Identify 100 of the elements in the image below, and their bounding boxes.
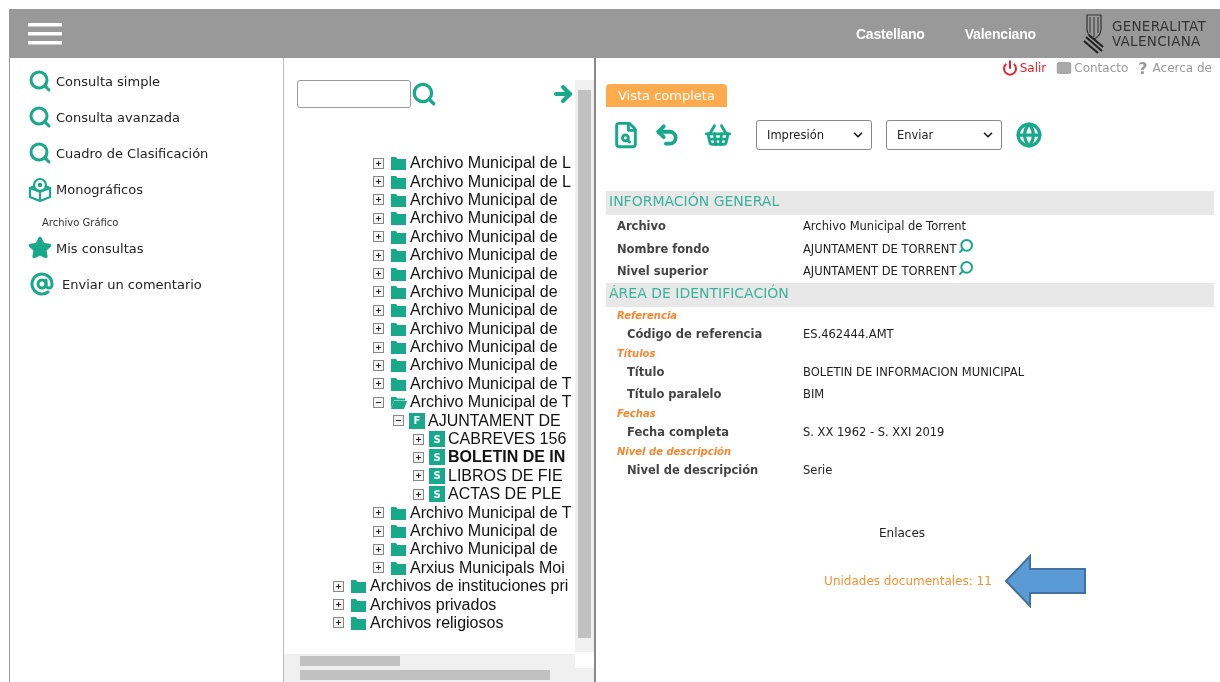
expand-icon[interactable] xyxy=(373,194,384,206)
tree-item[interactable]: Archivo Municipal de xyxy=(410,282,558,301)
tree-item[interactable]: Archivo Municipal de xyxy=(410,540,558,559)
expand-icon[interactable] xyxy=(373,249,384,261)
search-icon[interactable] xyxy=(411,81,437,107)
horizontal-scrollbar[interactable] xyxy=(284,668,594,682)
send-select[interactable]: Enviar xyxy=(886,120,1002,150)
collapse-icon[interactable] xyxy=(373,396,384,408)
tree-item[interactable]: Archivo Municipal de xyxy=(410,246,558,265)
globe-icon[interactable] xyxy=(1016,122,1042,148)
expand-icon[interactable] xyxy=(413,433,424,445)
tree-item[interactable]: Archivo Municipal de xyxy=(410,209,558,228)
tree-item[interactable]: CABREVES 156 xyxy=(448,430,567,449)
sidebar-link[interactable]: Consulta avanzada xyxy=(28,99,283,135)
tree-item[interactable]: Archivo Municipal de T xyxy=(410,374,572,393)
expand-icon[interactable] xyxy=(413,488,424,500)
tree-item[interactable]: Archivos de instituciones pri xyxy=(370,577,569,596)
folder-icon xyxy=(390,210,407,227)
tree-item[interactable]: Archivo Municipal de xyxy=(410,338,558,357)
tree-item[interactable]: LIBROS DE FIE xyxy=(448,466,563,485)
menu-icon[interactable] xyxy=(28,22,62,45)
expand-icon[interactable] xyxy=(373,286,384,298)
tree-item[interactable]: Archivo Municipal de L xyxy=(410,154,571,173)
tree-item[interactable]: Archivo Municipal de xyxy=(410,522,558,540)
arrow-icon[interactable] xyxy=(551,82,575,106)
box-icon xyxy=(28,176,52,202)
star-icon xyxy=(28,236,52,260)
vertical-scrollbar[interactable] xyxy=(575,80,594,652)
fonds-badge: F xyxy=(409,412,425,429)
top-link[interactable]: Salir xyxy=(1001,60,1047,76)
search-icon[interactable] xyxy=(958,237,975,254)
tree-item[interactable]: BOLETIN DE IN xyxy=(448,448,566,467)
expand-icon[interactable] xyxy=(373,341,384,353)
tree-item[interactable]: Archivos religiosos xyxy=(370,613,504,632)
back-icon[interactable] xyxy=(654,122,680,148)
series-badge: S xyxy=(429,431,445,448)
sidebar-link[interactable]: Consulta simple xyxy=(28,63,283,99)
expand-icon[interactable] xyxy=(373,562,384,574)
expand-icon[interactable] xyxy=(373,231,384,243)
field-value: Serie xyxy=(803,462,833,477)
folder-icon xyxy=(390,523,407,539)
expand-icon[interactable] xyxy=(373,360,384,371)
at-sign-icon xyxy=(30,272,54,296)
section-title: ÁREA DE IDENTIFICACIÓN xyxy=(606,282,1214,307)
expand-icon[interactable] xyxy=(333,617,344,629)
horizontal-scrollbar[interactable] xyxy=(284,654,575,668)
field-label: Nivel de descripción xyxy=(627,462,760,477)
folder-icon xyxy=(390,320,407,337)
expand-icon[interactable] xyxy=(373,543,384,555)
section-caption: Archivo Gráfico xyxy=(41,216,120,230)
tree-item[interactable]: Archivo Municipal de L xyxy=(410,172,571,191)
sidebar-link[interactable]: Monográficos xyxy=(28,171,283,207)
tree-item[interactable]: Archivo Municipal de xyxy=(410,190,558,209)
expand-icon[interactable] xyxy=(333,599,344,611)
folder-icon xyxy=(390,173,407,190)
sidebar-link[interactable]: Enviar un comentario xyxy=(28,266,283,302)
subsection-title: Referencia xyxy=(616,308,679,323)
power-icon[interactable] xyxy=(1001,60,1018,76)
expand-icon[interactable] xyxy=(373,507,384,519)
document-search-icon[interactable] xyxy=(612,121,640,149)
folder-icon xyxy=(390,375,407,392)
expand-icon[interactable] xyxy=(413,451,424,463)
search-icon[interactable] xyxy=(958,260,975,277)
expand-icon[interactable] xyxy=(373,378,384,390)
expand-icon[interactable] xyxy=(373,157,384,169)
tree-item[interactable]: ACTAS DE PLE xyxy=(448,485,562,504)
print-select[interactable]: Impresión xyxy=(756,120,872,150)
sidebar-link[interactable]: Cuadro de Clasificación xyxy=(28,135,283,171)
logo-text: VALENCIANA xyxy=(1111,33,1202,49)
subsection-title: Títulos xyxy=(616,346,657,361)
tree-item[interactable]: Archivo Municipal de T xyxy=(410,393,572,412)
expand-icon[interactable] xyxy=(373,212,384,224)
basket-icon[interactable] xyxy=(704,121,732,149)
expand-icon[interactable] xyxy=(413,470,424,482)
field-label: Código de referencia xyxy=(627,326,764,341)
tree-item[interactable]: Archivos privados xyxy=(370,595,497,614)
links-title: Enlaces xyxy=(878,525,926,540)
folder-icon xyxy=(390,265,407,282)
tree-search-field[interactable] xyxy=(297,80,411,108)
search-icon xyxy=(28,105,52,129)
field-label: Fecha completa xyxy=(627,424,730,439)
tree-item[interactable]: Archivo Municipal de xyxy=(410,227,558,246)
sidebar-link[interactable]: Mis consultas xyxy=(28,230,283,266)
expand-icon[interactable] xyxy=(373,323,384,335)
folder-icon xyxy=(390,155,407,172)
field-value: ES.462444.AMT xyxy=(803,326,894,341)
tree-item[interactable]: AJUNTAMENT DE xyxy=(428,411,561,430)
expand-icon[interactable] xyxy=(373,304,384,316)
expand-icon[interactable] xyxy=(373,176,384,188)
tree-item[interactable]: Archivo Municipal de xyxy=(410,264,558,283)
tree-item[interactable]: Archivo Municipal de xyxy=(410,319,558,338)
search-icon xyxy=(28,141,52,165)
collapse-icon[interactable] xyxy=(393,415,404,427)
expand-icon[interactable] xyxy=(373,525,384,537)
tree-item[interactable]: Archivo Municipal de xyxy=(410,356,558,375)
tree-item[interactable]: Archivo Municipal de T xyxy=(410,503,572,522)
expand-icon[interactable] xyxy=(333,580,344,592)
expand-icon[interactable] xyxy=(373,268,384,280)
tree-item[interactable]: Archivo Municipal de xyxy=(410,301,558,320)
tree-item[interactable]: Arxius Municipals Moi xyxy=(410,558,565,577)
